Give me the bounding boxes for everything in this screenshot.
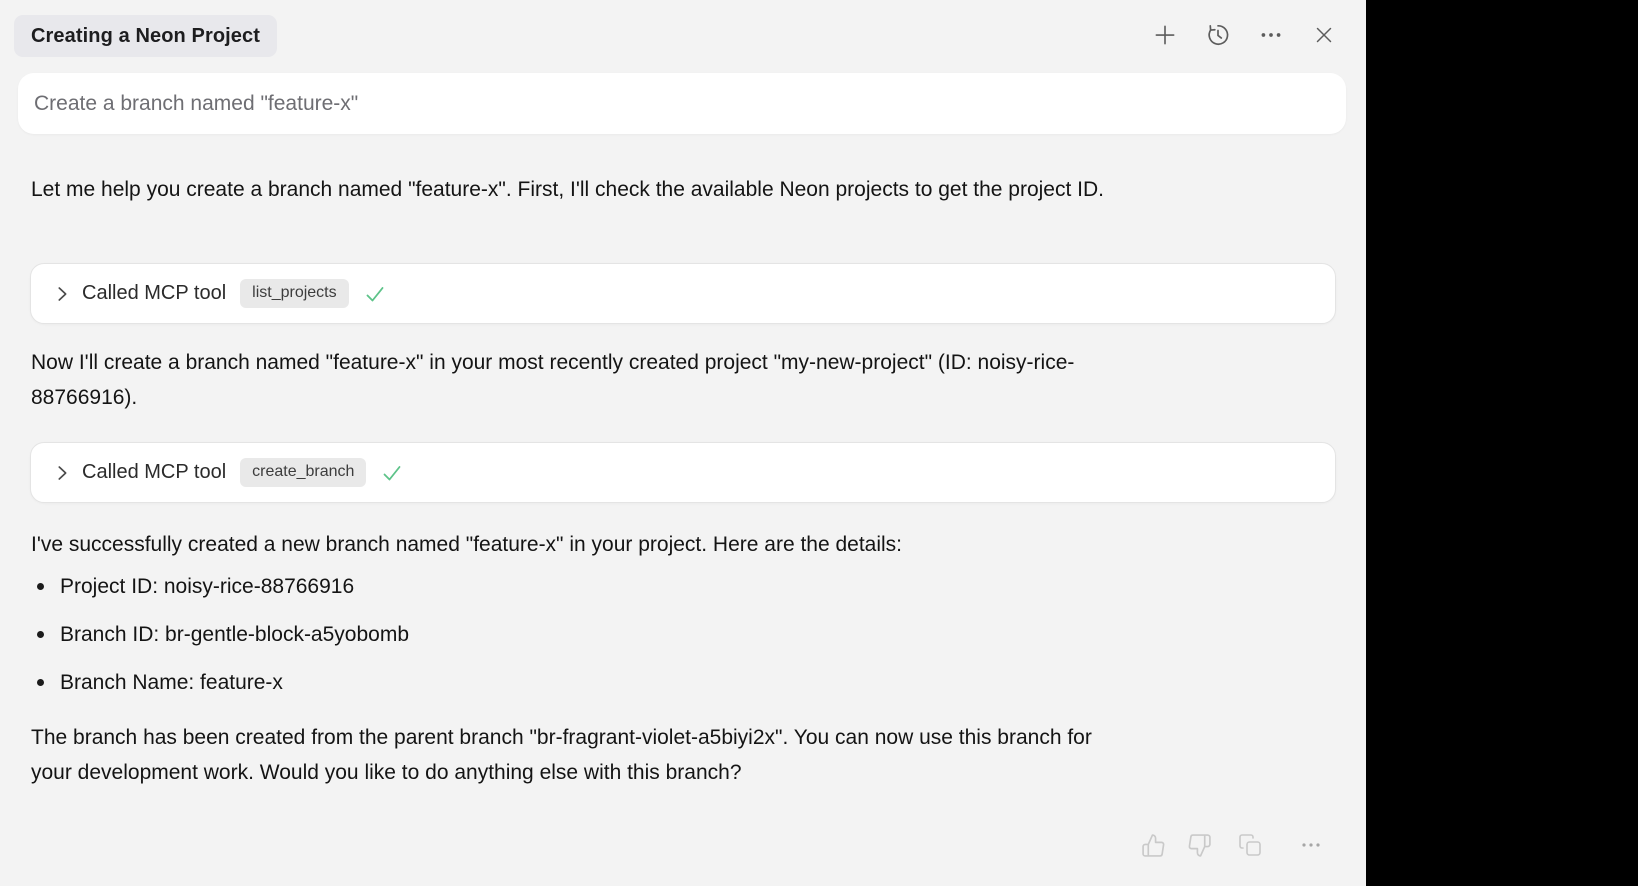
assistant-paragraph: The branch has been created from the par… (31, 720, 1111, 790)
copy-icon[interactable] (1237, 832, 1263, 858)
tool-name-badge: create_branch (240, 458, 366, 487)
close-icon[interactable] (1310, 21, 1338, 49)
chat-title-badge[interactable]: Creating a Neon Project (14, 15, 277, 57)
more-actions-icon[interactable] (1298, 832, 1324, 858)
list-item: Project ID: noisy-rice-88766916 (31, 569, 1231, 604)
chat-title: Creating a Neon Project (31, 25, 260, 48)
tool-name-badge: list_projects (240, 279, 348, 308)
tool-call-label: Called MCP tool (82, 282, 226, 305)
assistant-paragraph: Now I'll create a branch named "feature-… (31, 345, 1111, 415)
assistant-paragraph: I've successfully created a new branch n… (31, 527, 1231, 562)
list-item: Branch ID: br-gentle-block-a5yobomb (31, 617, 1231, 652)
user-message-text: Create a branch named "feature-x" (34, 92, 358, 116)
user-message-bubble[interactable]: Create a branch named "feature-x" (18, 73, 1346, 134)
chevron-right-icon[interactable] (51, 283, 73, 305)
assistant-paragraph: Let me help you create a branch named "f… (31, 172, 1111, 207)
list-item: Branch Name: feature-x (31, 665, 1231, 700)
chevron-right-icon[interactable] (51, 462, 73, 484)
topbar-actions (1151, 21, 1338, 49)
success-check-icon (363, 282, 387, 306)
tool-call-label: Called MCP tool (82, 461, 226, 484)
new-chat-icon[interactable] (1151, 21, 1179, 49)
branch-details-list: Project ID: noisy-rice-88766916 Branch I… (31, 569, 1231, 700)
mcp-tool-call-card[interactable]: Called MCP tool create_branch (30, 442, 1336, 503)
thumbs-up-icon[interactable] (1140, 832, 1166, 858)
mcp-tool-call-card[interactable]: Called MCP tool list_projects (30, 263, 1336, 324)
message-actions (1140, 832, 1324, 858)
thumbs-down-icon[interactable] (1186, 832, 1212, 858)
right-background-panel (1366, 0, 1638, 886)
chat-panel: Creating a Neon Project Creat (0, 0, 1366, 886)
more-options-icon[interactable] (1257, 21, 1285, 49)
success-check-icon (380, 461, 404, 485)
history-icon[interactable] (1204, 21, 1232, 49)
